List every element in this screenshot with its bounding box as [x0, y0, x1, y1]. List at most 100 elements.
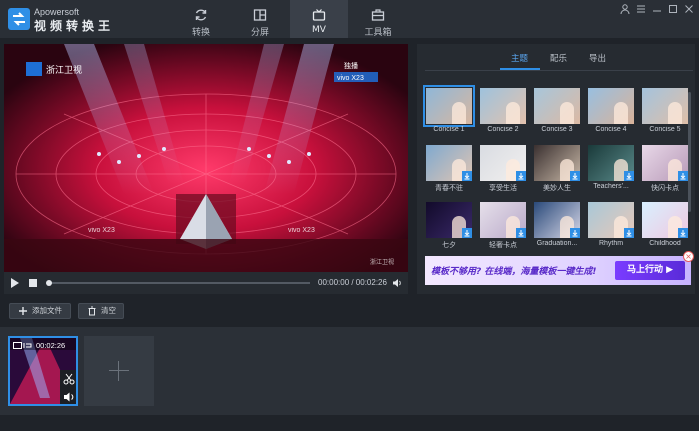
theme-thumbnail[interactable] — [534, 88, 580, 124]
plus-icon — [109, 370, 129, 371]
download-icon[interactable] — [624, 228, 634, 238]
scissors-icon[interactable] — [63, 373, 75, 385]
download-icon[interactable] — [678, 228, 688, 238]
playback-time: 00:00:00 / 00:02:26 — [318, 278, 387, 287]
menu-icon[interactable] — [635, 3, 647, 15]
theme-label: 七夕 — [442, 242, 456, 249]
volume-icon[interactable] — [392, 278, 402, 288]
scrollbar[interactable] — [688, 92, 691, 212]
tab-label: MV — [312, 25, 326, 35]
theme-thumbnail[interactable] — [588, 202, 634, 238]
tab-split-screen[interactable]: 分屏 — [231, 0, 289, 38]
timeline-clip[interactable]: 00:02:26 — [8, 336, 78, 406]
volume-icon[interactable] — [63, 391, 75, 403]
stage-scene-image: 浙江卫视 独播 vivo X23 vivo X23 vivo X23 浙江卫视 — [4, 44, 408, 272]
download-icon[interactable] — [570, 171, 580, 181]
theme-thumbnail[interactable] — [426, 145, 472, 181]
theme-label: Graduation... — [536, 240, 578, 247]
theme-label: 轻奢卡点 — [489, 242, 517, 249]
theme-thumbnail[interactable] — [480, 145, 526, 181]
tab-theme[interactable]: 主题 — [511, 52, 528, 64]
banner-action-button[interactable]: 马上行动 ▶ — [615, 261, 685, 280]
theme-thumbnail[interactable] — [480, 88, 526, 124]
download-icon[interactable] — [570, 228, 580, 238]
theme-thumbnail[interactable] — [426, 202, 472, 238]
banner-close-icon[interactable]: × — [683, 251, 694, 262]
player-controls: 00:00:00 / 00:02:26 — [4, 272, 408, 294]
theme-label: Concise 3 — [541, 126, 573, 133]
stop-icon[interactable] — [29, 279, 37, 287]
seek-bar[interactable] — [48, 282, 310, 284]
theme-thumbnail[interactable] — [642, 202, 688, 238]
play-icon[interactable] — [11, 278, 19, 288]
toolbox-icon — [371, 9, 385, 21]
tab-mv[interactable]: MV — [290, 0, 348, 38]
title-bar: Apowersoft 视频转换王 转换 分屏 MV 工具箱 — [0, 0, 699, 38]
theme-preview-figure — [668, 102, 682, 124]
clear-button[interactable]: 清空 — [78, 303, 124, 319]
tab-music[interactable]: 配乐 — [550, 52, 567, 64]
download-icon[interactable] — [462, 171, 472, 181]
sponsor-label: vivo X23 — [337, 75, 364, 82]
clip-tools — [60, 370, 76, 404]
theme-label: Concise 1 — [433, 126, 465, 133]
svg-text:浙江卫视: 浙江卫视 — [46, 64, 82, 76]
theme-thumbnail[interactable] — [642, 145, 688, 181]
add-clip-button[interactable] — [84, 336, 154, 406]
add-file-label: 添加文件 — [32, 306, 62, 315]
theme-preview-figure — [452, 102, 466, 124]
theme-thumbnail[interactable] — [480, 202, 526, 238]
download-icon[interactable] — [678, 171, 688, 181]
refresh-icon — [195, 9, 207, 21]
tab-convert[interactable]: 转换 — [172, 0, 230, 38]
brand-small-text: Apowersoft — [34, 7, 80, 17]
theme-thumbnail[interactable] — [588, 145, 634, 181]
theme-label: Concise 4 — [595, 126, 627, 133]
theme-label: Concise 2 — [487, 126, 519, 133]
theme-preview-figure — [560, 102, 574, 124]
stage-sponsor-right: vivo X23 — [288, 227, 315, 234]
tab-export[interactable]: 导出 — [589, 52, 606, 64]
theme-label: Teachers'... — [593, 183, 629, 190]
status-bar — [0, 415, 699, 431]
theme-thumbnail[interactable] — [588, 88, 634, 124]
seek-handle[interactable] — [46, 280, 52, 286]
theme-label: 美妙人生 — [543, 185, 571, 192]
watermark-label: 浙江卫视 — [370, 258, 394, 266]
minimize-icon[interactable] — [651, 3, 663, 15]
theme-thumbnail[interactable] — [534, 145, 580, 181]
download-icon[interactable] — [624, 171, 634, 181]
download-icon[interactable] — [516, 171, 526, 181]
app-logo-icon — [8, 8, 30, 30]
tab-toolbox[interactable]: 工具箱 — [349, 0, 407, 38]
user-icon[interactable] — [619, 3, 631, 15]
promo-banner[interactable]: 模板不够用? 在线端，海量模板一键生成! 马上行动 ▶ — [425, 256, 691, 285]
tab-label: 分屏 — [250, 28, 269, 38]
trash-icon — [88, 306, 96, 316]
theme-preview-figure — [506, 102, 520, 124]
theme-thumbnail[interactable] — [423, 85, 475, 127]
theme-label: Concise 5 — [649, 126, 681, 133]
add-file-button[interactable]: 添加文件 — [9, 303, 71, 319]
theme-thumbnail[interactable] — [534, 202, 580, 238]
theme-label: 快闪卡点 — [651, 185, 679, 192]
maximize-icon[interactable] — [667, 3, 679, 15]
video-clip-icon — [13, 342, 32, 349]
download-icon[interactable] — [462, 228, 472, 238]
tv-icon — [312, 9, 326, 21]
plus-icon — [19, 307, 27, 315]
download-icon[interactable] — [516, 228, 526, 238]
app-title: 视频转换王 — [34, 19, 115, 33]
theme-label: 享受生活 — [489, 185, 517, 192]
tab-label: 转换 — [191, 28, 210, 38]
stage-sponsor-left: vivo X23 — [88, 227, 115, 234]
close-icon[interactable] — [683, 3, 695, 15]
corner-label: 独播 — [344, 61, 358, 70]
split-screen-icon — [253, 9, 267, 21]
theme-thumbnail[interactable] — [642, 88, 688, 124]
theme-label: 青春不驻 — [435, 185, 463, 192]
theme-label: Rhythm — [598, 240, 624, 247]
tab-divider — [425, 70, 693, 71]
tab-label: 工具箱 — [364, 28, 392, 38]
theme-label: Childhood — [649, 240, 681, 247]
